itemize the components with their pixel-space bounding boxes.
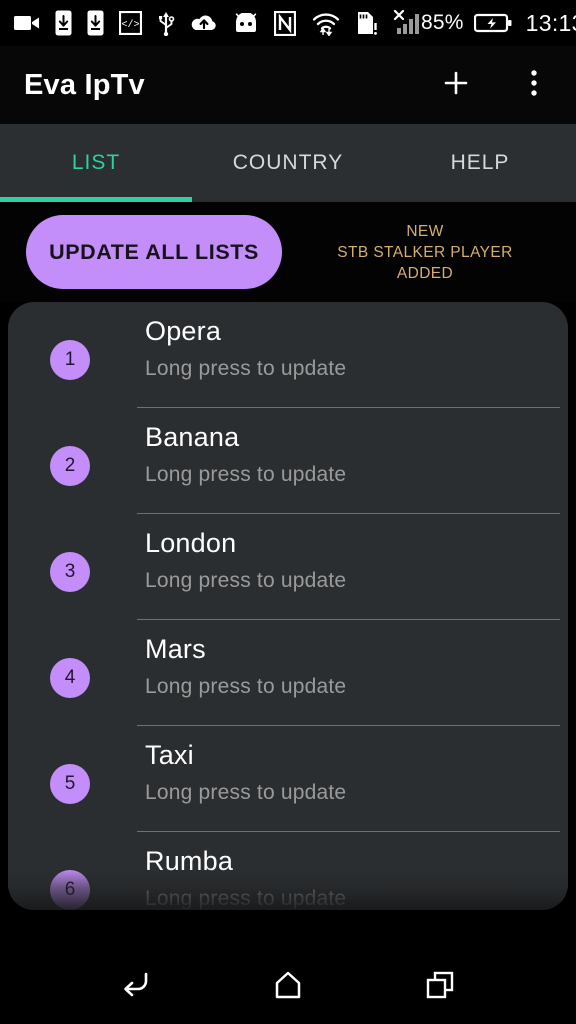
status-bar-clock: 13:13 — [525, 9, 576, 36]
developer-mode-icon: </> — [119, 11, 142, 35]
phone-screen: </> 85% 13:1 Eva IpTv LIST COUNTRY HELP … — [0, 0, 576, 1024]
home-button[interactable] — [260, 959, 316, 1015]
nfc-icon — [274, 10, 296, 36]
tab-country[interactable]: COUNTRY — [192, 124, 384, 202]
usb-icon — [157, 10, 175, 36]
list-item-subtitle: Long press to update — [145, 463, 347, 486]
home-icon — [271, 969, 305, 1006]
promo-line-3: ADDED — [396, 264, 454, 282]
more-vertical-icon — [530, 68, 538, 103]
list-item[interactable]: 3 London Long press to update — [8, 514, 568, 620]
status-bar-icons: </> — [14, 10, 421, 36]
list-item[interactable]: 1 Opera Long press to update — [8, 302, 568, 408]
list-item-subtitle: Long press to update — [145, 781, 347, 804]
battery-percent-label: 85% — [421, 11, 464, 34]
list-item-number-badge: 4 — [50, 658, 90, 698]
list-item-number-badge: 5 — [50, 764, 90, 804]
back-arrow-icon — [116, 968, 156, 1007]
sd-card-alert-icon — [356, 10, 378, 36]
playlist-card: 1 Opera Long press to update 2 Banana Lo… — [8, 302, 568, 910]
tab-active-indicator — [0, 197, 192, 202]
video-camera-icon — [14, 14, 40, 32]
update-all-lists-button[interactable]: UPDATE ALL LISTS — [26, 215, 282, 289]
add-list-button[interactable] — [436, 65, 476, 105]
list-item-subtitle: Long press to update — [145, 887, 347, 910]
android-head-icon — [233, 13, 259, 33]
no-signal-icon — [393, 10, 421, 36]
phone-download-icon — [55, 10, 72, 36]
promo-line-2: STB STALKER PLAYER — [337, 243, 513, 261]
app-bar: Eva IpTv — [0, 46, 576, 124]
tab-help[interactable]: HELP — [384, 124, 576, 202]
recent-apps-button[interactable] — [412, 959, 468, 1015]
action-row: UPDATE ALL LISTS NEW STB STALKER PLAYER … — [0, 202, 576, 302]
status-bar-right: 85% 13:13 — [421, 10, 576, 37]
promo-line-1: NEW — [406, 222, 444, 240]
list-item-number-badge: 6 — [50, 870, 90, 910]
cloud-upload-icon — [190, 13, 218, 33]
list-item-title: Opera — [145, 316, 222, 346]
recent-apps-icon — [423, 969, 457, 1006]
status-bar: </> 85% 13:1 — [0, 0, 576, 46]
list-item-title: Taxi — [145, 740, 194, 770]
overflow-menu-button[interactable] — [514, 65, 554, 105]
list-item-title: London — [145, 528, 237, 558]
wifi-data-transfer-icon — [311, 10, 341, 36]
list-item[interactable]: 2 Banana Long press to update — [8, 408, 568, 514]
tab-bar: LIST COUNTRY HELP — [0, 124, 576, 202]
list-item-subtitle: Long press to update — [145, 357, 347, 380]
list-item[interactable]: 6 Rumba Long press to update — [8, 832, 568, 910]
svg-text:</>: </> — [121, 19, 139, 31]
app-bar-actions — [436, 65, 554, 105]
list-item-title: Mars — [145, 634, 206, 664]
app-title: Eva IpTv — [24, 68, 145, 101]
list-item-subtitle: Long press to update — [145, 569, 347, 592]
playlist-list-container: 1 Opera Long press to update 2 Banana Lo… — [0, 302, 576, 950]
plus-icon — [441, 68, 471, 103]
phone-download-icon-2 — [87, 10, 104, 36]
list-item[interactable]: 4 Mars Long press to update — [8, 620, 568, 726]
list-item-subtitle: Long press to update — [145, 675, 347, 698]
list-item[interactable]: 5 Taxi Long press to update — [8, 726, 568, 832]
list-item-number-badge: 2 — [50, 446, 90, 486]
tab-list[interactable]: LIST — [0, 124, 192, 202]
list-item-number-badge: 1 — [50, 340, 90, 380]
back-button[interactable] — [108, 959, 164, 1015]
list-item-number-badge: 3 — [50, 552, 90, 592]
list-item-title: Banana — [145, 422, 240, 452]
battery-charging-icon — [473, 13, 512, 33]
system-navigation-bar — [0, 950, 576, 1024]
list-item-title: Rumba — [145, 846, 234, 876]
promo-banner: NEW STB STALKER PLAYER ADDED — [282, 221, 558, 284]
